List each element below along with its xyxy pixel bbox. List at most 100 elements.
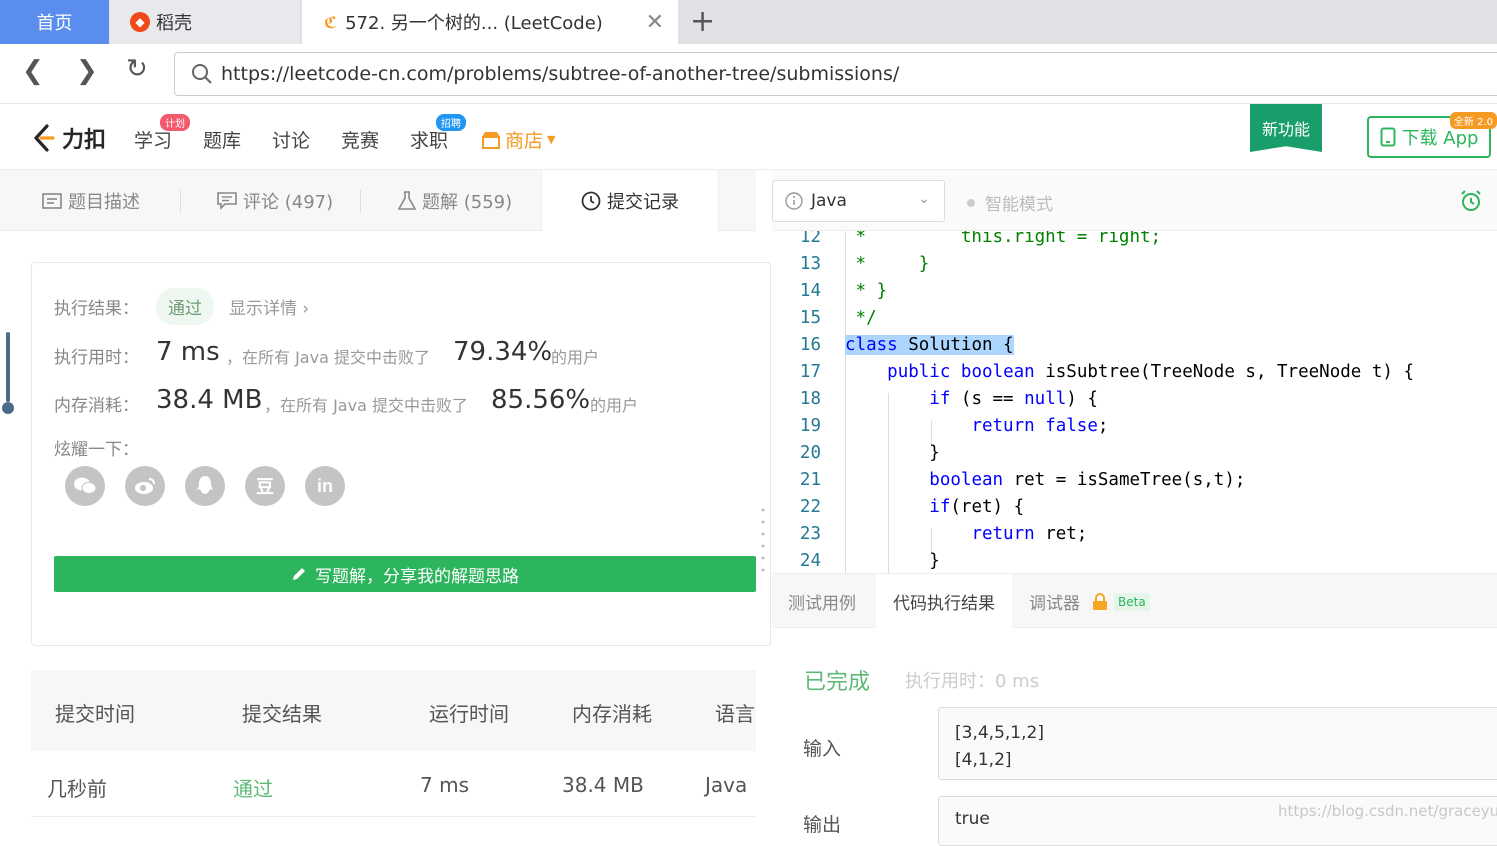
runtime-value: 7 ms	[156, 337, 220, 367]
browser-tab-leetcode[interactable]: ℭ 572. 另一个树的... (LeetCode) ✕	[302, 0, 678, 44]
tab-submissions[interactable]: 提交记录	[541, 170, 719, 231]
douban-icon[interactable]: 豆	[245, 466, 285, 506]
tab-label: 测试用例	[788, 594, 856, 614]
show-details-link[interactable]: 显示详情 ›	[229, 294, 309, 319]
url-input[interactable]: https://leetcode-cn.com/problems/subtree…	[174, 52, 1497, 96]
close-tab-icon[interactable]: ✕	[646, 10, 664, 35]
alarm-clock-icon[interactable]	[1460, 190, 1482, 212]
runtime-users-suffix: 的用户	[551, 348, 600, 367]
scroll-indicator[interactable]	[2, 332, 14, 416]
code-line[interactable]: 14 * }	[772, 281, 1497, 308]
memory-label: 内存消耗：	[54, 396, 139, 416]
daoke-logo-icon: ◆	[130, 12, 150, 32]
code-line[interactable]: 13 * }	[772, 254, 1497, 281]
lock-icon	[1093, 592, 1107, 610]
input-label: 输入	[803, 738, 842, 760]
line-number: 19	[799, 416, 821, 436]
nav-badge-plan: 计划	[160, 114, 191, 131]
line-number: 14	[799, 281, 821, 301]
nav-learn[interactable]: 学习 计划	[134, 114, 191, 153]
code-line[interactable]: 22 if(ret) {	[772, 497, 1497, 524]
write-solution-button[interactable]: 写题解，分享我的解题思路	[54, 556, 756, 592]
submissions-table-header: 提交时间 提交结果 运行时间 内存消耗 语言	[31, 670, 756, 751]
column-header: 提交时间	[55, 702, 135, 726]
code-editor[interactable]: 12 * this.right = right; 13 * } 14 * } 15 *…	[772, 231, 1497, 573]
column-header: 提交结果	[242, 702, 322, 726]
nav-store[interactable]: 商店 ▼	[481, 126, 555, 153]
browser-tab-daoke[interactable]: ◆ 稻壳	[110, 0, 300, 44]
nav-label: 竞赛	[341, 130, 380, 152]
code-text: if(ret) {	[929, 497, 1025, 517]
table-row[interactable]: 几秒前 通过 7 ms 38.4 MB Java	[31, 751, 756, 817]
new-feature-ribbon[interactable]: 新功能	[1250, 104, 1322, 152]
code-line[interactable]: 21 boolean ret = isSameTree(s,t);	[772, 470, 1497, 497]
tab-label: 代码执行结果	[893, 594, 995, 614]
nav-label: 讨论	[272, 130, 311, 152]
column-header: 运行时间	[429, 702, 509, 726]
code-text: if (s == null) {	[929, 389, 1098, 409]
new-tab-plus-icon[interactable]: +	[690, 4, 715, 39]
download-badge: 全新 2.0	[1449, 112, 1497, 129]
weibo-icon[interactable]	[125, 466, 165, 506]
tab-run-result[interactable]: 代码执行结果	[876, 574, 1012, 629]
code-line[interactable]: 17 public boolean isSubtree(TreeNode s, …	[772, 362, 1497, 389]
site-logo[interactable]: 力扣	[30, 122, 106, 154]
linkedin-icon[interactable]: in	[305, 466, 345, 506]
wechat-icon[interactable]	[65, 466, 105, 506]
nav-discuss[interactable]: 讨论	[272, 126, 310, 153]
line-number: 15	[799, 308, 821, 328]
code-line[interactable]: 18 if (s == null) {	[772, 389, 1497, 416]
nav-label: 学习	[134, 130, 173, 152]
tab-label: 题解 (559)	[422, 191, 513, 213]
download-app-button[interactable]: 下载 App 全新 2.0	[1367, 112, 1497, 158]
tab-label: 首页	[36, 13, 73, 34]
column-header: 内存消耗	[572, 702, 652, 726]
code-line[interactable]: 16 class Solution {	[772, 335, 1497, 362]
tab-description[interactable]: 题目描述	[42, 170, 140, 231]
code-line[interactable]: 19 return false;	[772, 416, 1497, 443]
nav-badge-hiring: 招聘	[436, 114, 467, 131]
line-number: 13	[799, 254, 821, 274]
forward-icon[interactable]: ❯	[76, 56, 98, 86]
runtime-cell: 7 ms	[420, 773, 469, 797]
memory-cell: 38.4 MB	[562, 773, 644, 797]
language-select[interactable]: Java ⌄	[772, 180, 945, 222]
reload-icon[interactable]: ↻	[126, 54, 148, 84]
chevron-down-icon: ▼	[547, 133, 556, 146]
code-line[interactable]: 23 return ret;	[772, 524, 1497, 551]
line-number: 21	[799, 470, 821, 490]
description-icon	[42, 192, 62, 209]
code-line[interactable]: 24 }	[772, 551, 1497, 573]
input-line: [3,4,5,1,2]	[955, 723, 1044, 743]
tab-solutions[interactable]: 题解 (559)	[398, 170, 512, 231]
panel-resize-handle[interactable]	[760, 506, 766, 576]
output-label: 输出	[803, 814, 842, 836]
nav-label: 题库	[203, 130, 242, 152]
browser-tab-home[interactable]: 首页	[0, 0, 109, 44]
run-status: 已完成	[804, 670, 871, 695]
submit-result-cell[interactable]: 通过	[233, 773, 273, 802]
address-bar-row: ❮ ❯ ↻ https://leetcode-cn.com/problems/s…	[0, 44, 1497, 104]
runtime-beat-text: ，在所有 Java 提交中击败了	[226, 348, 430, 367]
code-line[interactable]: 12 * this.right = right;	[772, 231, 1497, 254]
back-icon[interactable]: ❮	[22, 56, 44, 86]
nav-problems[interactable]: 题库	[203, 126, 241, 153]
smart-mode-toggle[interactable]: 智能模式	[967, 190, 1053, 215]
browser-tab-bar: 首页 ◆ 稻壳 ℭ 572. 另一个树的... (LeetCode) ✕ +	[0, 0, 1497, 44]
tab-testcase[interactable]: 测试用例	[788, 574, 856, 629]
line-number: 23	[799, 524, 821, 544]
site-header: 力扣 学习 计划 题库 讨论 竞赛 求职 招聘 商店 ▼ 新功能 下载 App …	[0, 104, 1497, 170]
nav-jobs[interactable]: 求职 招聘	[410, 114, 467, 153]
qq-icon[interactable]	[185, 466, 225, 506]
site-logo-text: 力扣	[62, 128, 107, 153]
code-line[interactable]: 20 }	[772, 443, 1497, 470]
line-number: 12	[799, 231, 821, 247]
tab-debugger[interactable]: 调试器 Beta	[1029, 574, 1150, 629]
status-badge: 通过	[156, 288, 214, 325]
leetcode-favicon-icon: ℭ	[324, 12, 338, 32]
nav-contest[interactable]: 竞赛	[341, 126, 379, 153]
tab-comments[interactable]: 评论 (497)	[217, 170, 333, 231]
memory-users-suffix: 的用户	[590, 396, 639, 415]
line-number: 16	[799, 335, 821, 355]
code-line[interactable]: 15 */	[772, 308, 1497, 335]
